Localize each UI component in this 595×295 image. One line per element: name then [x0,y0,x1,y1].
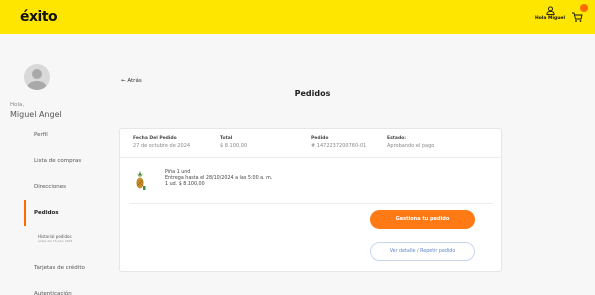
view-detail-repeat-button[interactable]: Ver detalle / Repetir pedido [370,242,475,261]
order-date-value: 27 de octubre de 2024 [133,143,191,149]
order-id-column: Pedido # 1472237200760-01 [311,136,366,149]
order-status-header: Estado: [387,136,407,141]
sidebar-item-direcciones[interactable]: Direcciones [0,179,110,195]
cart-button[interactable] [571,4,589,25]
order-status-value: Aprobando el pago [387,143,435,149]
product-qty-price: 1 ud. $ 8.100,00 [165,182,205,187]
greeting-text: Hola, [10,102,25,108]
order-total-header: Total [220,136,233,141]
order-summary-header: Fecha Del Pedido 27 de octubre de 2024 T… [120,129,501,158]
order-card: Fecha Del Pedido 27 de octubre de 2024 T… [119,128,502,272]
order-date-column: Fecha Del Pedido 27 de octubre de 2024 [133,136,190,149]
sidebar-item-pedidos[interactable]: Pedidos [0,205,110,221]
order-total-value: $ 8.100,00 [220,143,248,149]
arrow-left-icon: ← [121,78,126,84]
sidebar-item-pedidos-wrap: Pedidos [0,200,110,226]
top-bar: éxito Hola Miguel [0,0,595,34]
back-link[interactable]: ← Atrás [121,78,142,84]
avatar-icon [27,69,47,90]
avatar [24,64,50,90]
divider [130,203,493,204]
cart-count-badge [580,4,588,12]
user-icon [545,6,555,15]
sidebar-item-perfil[interactable]: Perfil [0,127,110,143]
user-greeting-label: Hola Miguel [534,16,566,21]
manage-order-button[interactable]: Gestiona tu pedido [370,210,475,229]
user-account-button[interactable]: Hola Miguel [533,6,567,21]
sidebar-subitem-historial[interactable]: Historial pedidos antes del 15 Julio 202… [38,234,72,244]
order-id-value: # 1472237200760-01 [311,143,367,149]
sidebar-item-lista-de-compras[interactable]: Lista de compras [0,153,110,169]
sidebar-item-tarjetas[interactable]: Tarjetas de crédito [0,260,110,276]
historial-note: antes del 15 Julio 2024 [38,239,73,243]
page-title: Pedidos [294,89,331,98]
order-total-column: Total $ 8.100,00 [220,136,247,149]
product-details: Piña 1 und Entrega hasta el 28/10/2024 a… [165,170,272,188]
pineapple-image[interactable] [134,171,146,191]
account-sidebar: Hola, Miguel Angel Perfil Lista de compr… [0,34,110,295]
cart-icon [572,12,583,22]
sidebar-item-autenticacion[interactable]: Autenticación [0,286,110,295]
exito-logo[interactable]: éxito [20,9,58,25]
order-date-header: Fecha Del Pedido [133,136,177,141]
order-status-column: Estado: Aprobando el pago [387,136,434,149]
order-id-header: Pedido [311,136,329,141]
back-label: Atrás [127,78,142,84]
user-name: Miguel Angel [10,110,62,119]
